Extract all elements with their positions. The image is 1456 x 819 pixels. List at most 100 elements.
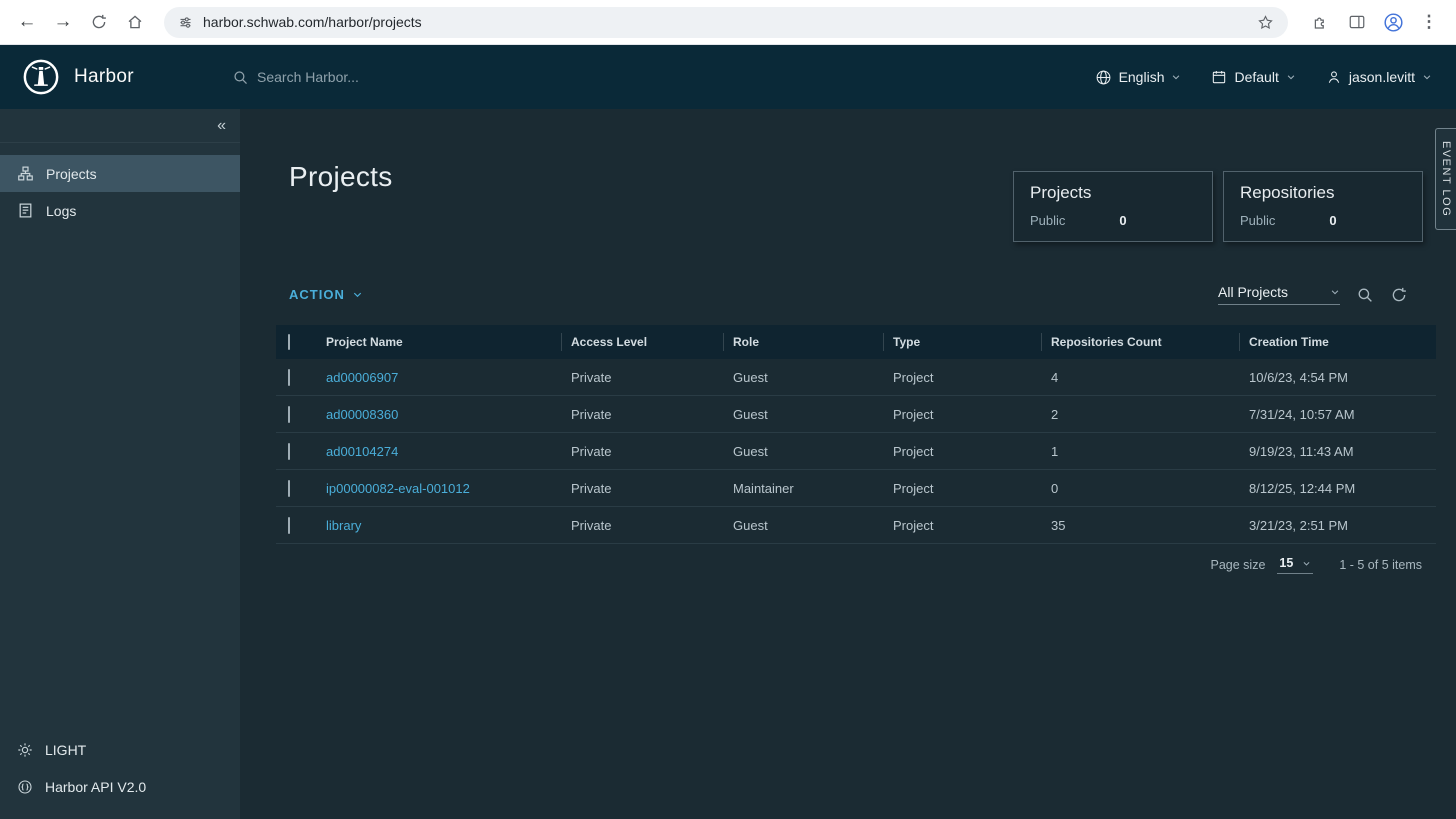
row-checkbox[interactable] bbox=[288, 443, 290, 460]
role-cell: Guest bbox=[723, 370, 883, 385]
side-panel-button[interactable] bbox=[1340, 5, 1374, 39]
project-name-link[interactable]: ip00000082-eval-001012 bbox=[316, 481, 561, 496]
select-all-checkbox[interactable] bbox=[288, 334, 290, 350]
harbor-brand[interactable]: Harbor bbox=[0, 58, 240, 96]
page-size-select[interactable]: 15 bbox=[1277, 556, 1313, 574]
table-search-button[interactable] bbox=[1356, 286, 1374, 304]
browser-refresh-button[interactable] bbox=[82, 5, 116, 39]
type-cell: Project bbox=[883, 444, 1041, 459]
event-log-tab[interactable]: EVENT LOG bbox=[1435, 128, 1456, 230]
scope-menu[interactable]: Default bbox=[1211, 69, 1295, 85]
theme-toggle[interactable]: LIGHT bbox=[0, 731, 240, 768]
brand-title: Harbor bbox=[74, 66, 134, 88]
type-cell: Project bbox=[883, 370, 1041, 385]
table-body: ad00006907 Private Guest Project 4 10/6/… bbox=[276, 359, 1436, 544]
card-title: Projects bbox=[1030, 183, 1196, 203]
harbor-logo-icon bbox=[22, 58, 60, 96]
type-cell: Project bbox=[883, 518, 1041, 533]
access-level-cell: Private bbox=[561, 518, 723, 533]
logs-icon bbox=[17, 202, 34, 219]
harbor-header: Harbor English Default bbox=[0, 45, 1456, 109]
chevron-down-icon bbox=[1422, 72, 1432, 82]
theme-toggle-label: LIGHT bbox=[45, 742, 86, 758]
repositories-count-cell: 35 bbox=[1041, 518, 1239, 533]
row-checkbox[interactable] bbox=[288, 369, 290, 386]
browser-home-button[interactable] bbox=[118, 5, 152, 39]
projects-summary-card: Projects Public 0 bbox=[1013, 171, 1213, 242]
table-row: ad00006907 Private Guest Project 4 10/6/… bbox=[276, 359, 1436, 396]
browser-chrome: ← → harbor.schwab.com/harbor/projects bbox=[0, 0, 1456, 45]
scope-label: Default bbox=[1234, 69, 1278, 85]
column-header-creation-time[interactable]: Creation Time bbox=[1239, 325, 1436, 359]
table-footer: Page size 15 1 - 5 of 5 items bbox=[276, 544, 1436, 586]
access-level-cell: Private bbox=[561, 444, 723, 459]
table-refresh-button[interactable] bbox=[1390, 286, 1408, 304]
metric-label[interactable]: Public bbox=[1240, 213, 1275, 228]
extensions-puzzle-icon bbox=[1312, 13, 1330, 31]
address-bar[interactable]: harbor.schwab.com/harbor/projects bbox=[164, 7, 1288, 38]
project-name-link[interactable]: ad00008360 bbox=[316, 407, 561, 422]
access-level-cell: Private bbox=[561, 407, 723, 422]
column-header-role[interactable]: Role bbox=[723, 325, 883, 359]
main-content: Projects Projects Public 0 Repositories … bbox=[240, 109, 1456, 819]
creation-time-cell: 7/31/24, 10:57 AM bbox=[1239, 407, 1436, 422]
bookmark-star-icon[interactable] bbox=[1257, 14, 1274, 31]
row-checkbox[interactable] bbox=[288, 406, 290, 423]
header-actions: English Default jason.levitt bbox=[1095, 69, 1456, 86]
repositories-count-cell: 0 bbox=[1041, 481, 1239, 496]
global-search[interactable] bbox=[232, 69, 537, 86]
sidebar-collapse-button[interactable]: « bbox=[0, 109, 240, 143]
calendar-icon bbox=[1211, 69, 1227, 85]
browser-back-button[interactable]: ← bbox=[10, 5, 44, 39]
language-label: English bbox=[1119, 69, 1165, 85]
language-menu[interactable]: English bbox=[1095, 69, 1182, 86]
sidebar-footer: LIGHT Harbor API V2.0 bbox=[0, 731, 240, 819]
api-icon bbox=[17, 779, 33, 795]
title-row: Projects Projects Public 0 Repositories … bbox=[276, 161, 1436, 242]
role-cell: Maintainer bbox=[723, 481, 883, 496]
site-settings-icon[interactable] bbox=[178, 15, 193, 30]
refresh-icon bbox=[90, 13, 108, 31]
access-level-cell: Private bbox=[561, 481, 723, 496]
project-name-link[interactable]: library bbox=[316, 518, 561, 533]
column-header-repositories-count[interactable]: Repositories Count bbox=[1041, 325, 1239, 359]
chevron-down-icon bbox=[1286, 72, 1296, 82]
repositories-count-cell: 4 bbox=[1041, 370, 1239, 385]
chevron-down-icon bbox=[1171, 72, 1181, 82]
filter-group: All Projects bbox=[1218, 284, 1408, 305]
column-header-type[interactable]: Type bbox=[883, 325, 1041, 359]
project-name-link[interactable]: ad00104274 bbox=[316, 444, 561, 459]
row-checkbox[interactable] bbox=[288, 480, 290, 497]
url-text: harbor.schwab.com/harbor/projects bbox=[203, 14, 1247, 30]
projects-icon bbox=[17, 165, 34, 182]
browser-menu-button[interactable]: ⋮ bbox=[1412, 5, 1446, 39]
browser-forward-button[interactable]: → bbox=[46, 5, 80, 39]
type-cell: Project bbox=[883, 407, 1041, 422]
globe-icon bbox=[1095, 69, 1112, 86]
column-header-project-name[interactable]: Project Name bbox=[316, 325, 561, 359]
creation-time-cell: 9/19/23, 11:43 AM bbox=[1239, 444, 1436, 459]
sidebar-nav: Projects Logs bbox=[0, 155, 240, 229]
creation-time-cell: 3/21/23, 2:51 PM bbox=[1239, 518, 1436, 533]
side-panel-icon bbox=[1348, 13, 1366, 31]
project-filter-value: All Projects bbox=[1218, 284, 1288, 300]
column-header-access-level[interactable]: Access Level bbox=[561, 325, 723, 359]
project-filter-select[interactable]: All Projects bbox=[1218, 284, 1340, 305]
api-version-link[interactable]: Harbor API V2.0 bbox=[0, 768, 240, 805]
profile-avatar[interactable] bbox=[1376, 5, 1410, 39]
metric-label[interactable]: Public bbox=[1030, 213, 1065, 228]
role-cell: Guest bbox=[723, 518, 883, 533]
sidebar-item-logs[interactable]: Logs bbox=[0, 192, 240, 229]
sidebar-item-projects[interactable]: Projects bbox=[0, 155, 240, 192]
row-checkbox[interactable] bbox=[288, 517, 290, 534]
card-title: Repositories bbox=[1240, 183, 1406, 203]
search-icon bbox=[232, 69, 249, 86]
user-menu[interactable]: jason.levitt bbox=[1326, 69, 1432, 85]
sidebar: « Projects Logs LIGHT bbox=[0, 109, 240, 819]
project-name-link[interactable]: ad00006907 bbox=[316, 370, 561, 385]
role-cell: Guest bbox=[723, 444, 883, 459]
action-dropdown-button[interactable]: ACTION bbox=[289, 287, 363, 302]
global-search-input[interactable] bbox=[257, 69, 537, 85]
extensions-button[interactable] bbox=[1304, 5, 1338, 39]
metric-value: 0 bbox=[1119, 213, 1126, 228]
